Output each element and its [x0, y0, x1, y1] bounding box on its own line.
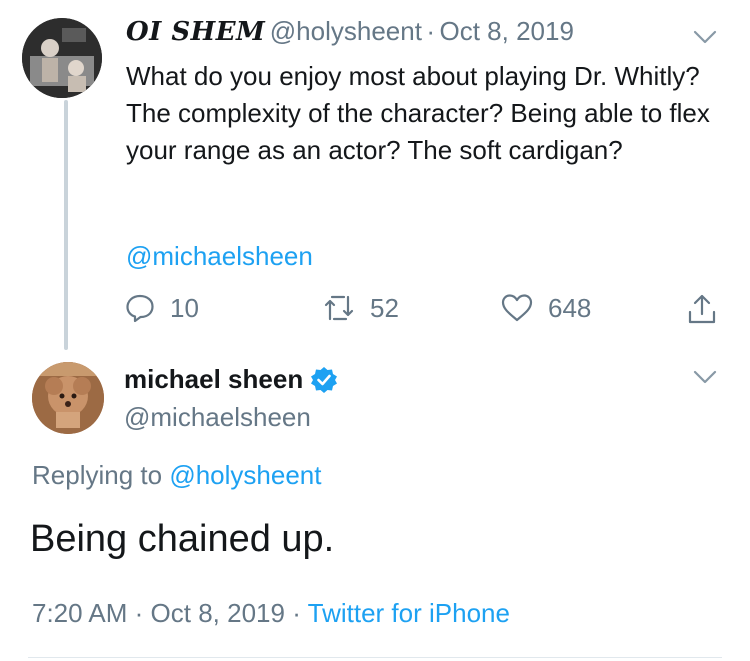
avatar-image: [22, 18, 102, 98]
retweet-count: 52: [370, 292, 399, 323]
like-count: 648: [548, 292, 592, 323]
tweet-footer: 7:20 AM · Oct 8, 2019 · Twitter for iPho…: [32, 598, 510, 629]
retweet-button[interactable]: 52: [322, 292, 399, 324]
replying-to-handle[interactable]: @holysheent: [169, 460, 321, 490]
tweet-text: What do you enjoy most about playing Dr.…: [126, 61, 710, 165]
tweet-header: OI SHEM @holysheent · Oct 8, 2019: [126, 16, 574, 47]
separator: ·: [426, 16, 436, 46]
tweet-time[interactable]: 7:20 AM: [32, 598, 127, 628]
thread-line: [64, 100, 68, 350]
like-icon: [501, 294, 533, 322]
chevron-down-icon[interactable]: [692, 368, 718, 386]
replying-to: Replying to @holysheent: [32, 460, 321, 491]
author-row: michael sheen: [124, 364, 339, 395]
reply-icon: [126, 294, 154, 323]
tweet-source[interactable]: Twitter for iPhone: [308, 598, 510, 628]
handle[interactable]: @michaelsheen: [124, 402, 311, 433]
avatar[interactable]: [32, 362, 104, 434]
retweet-icon: [324, 295, 354, 321]
mention-link[interactable]: @michaelsheen: [126, 238, 313, 275]
tweet-date[interactable]: Oct 8, 2019: [151, 598, 285, 628]
share-icon: [688, 294, 716, 324]
chevron-down-icon[interactable]: [692, 28, 718, 46]
handle[interactable]: @holysheent: [270, 16, 422, 46]
display-name[interactable]: OI SHEM: [126, 17, 265, 47]
reply-button[interactable]: 10: [124, 292, 199, 324]
tweet-text: Being chained up.: [30, 518, 335, 560]
share-button[interactable]: [686, 292, 732, 326]
avatar[interactable]: [22, 18, 102, 98]
avatar-image: [32, 362, 104, 434]
replying-prefix: Replying to: [32, 460, 163, 490]
like-button[interactable]: 648: [500, 292, 591, 324]
separator: ·: [292, 598, 301, 628]
separator: ·: [134, 598, 144, 628]
verified-badge-icon: [311, 366, 338, 393]
divider: [28, 657, 722, 658]
tweet-date[interactable]: Oct 8, 2019: [440, 16, 574, 46]
reply-count: 10: [170, 292, 199, 323]
display-name[interactable]: michael sheen: [124, 364, 303, 395]
